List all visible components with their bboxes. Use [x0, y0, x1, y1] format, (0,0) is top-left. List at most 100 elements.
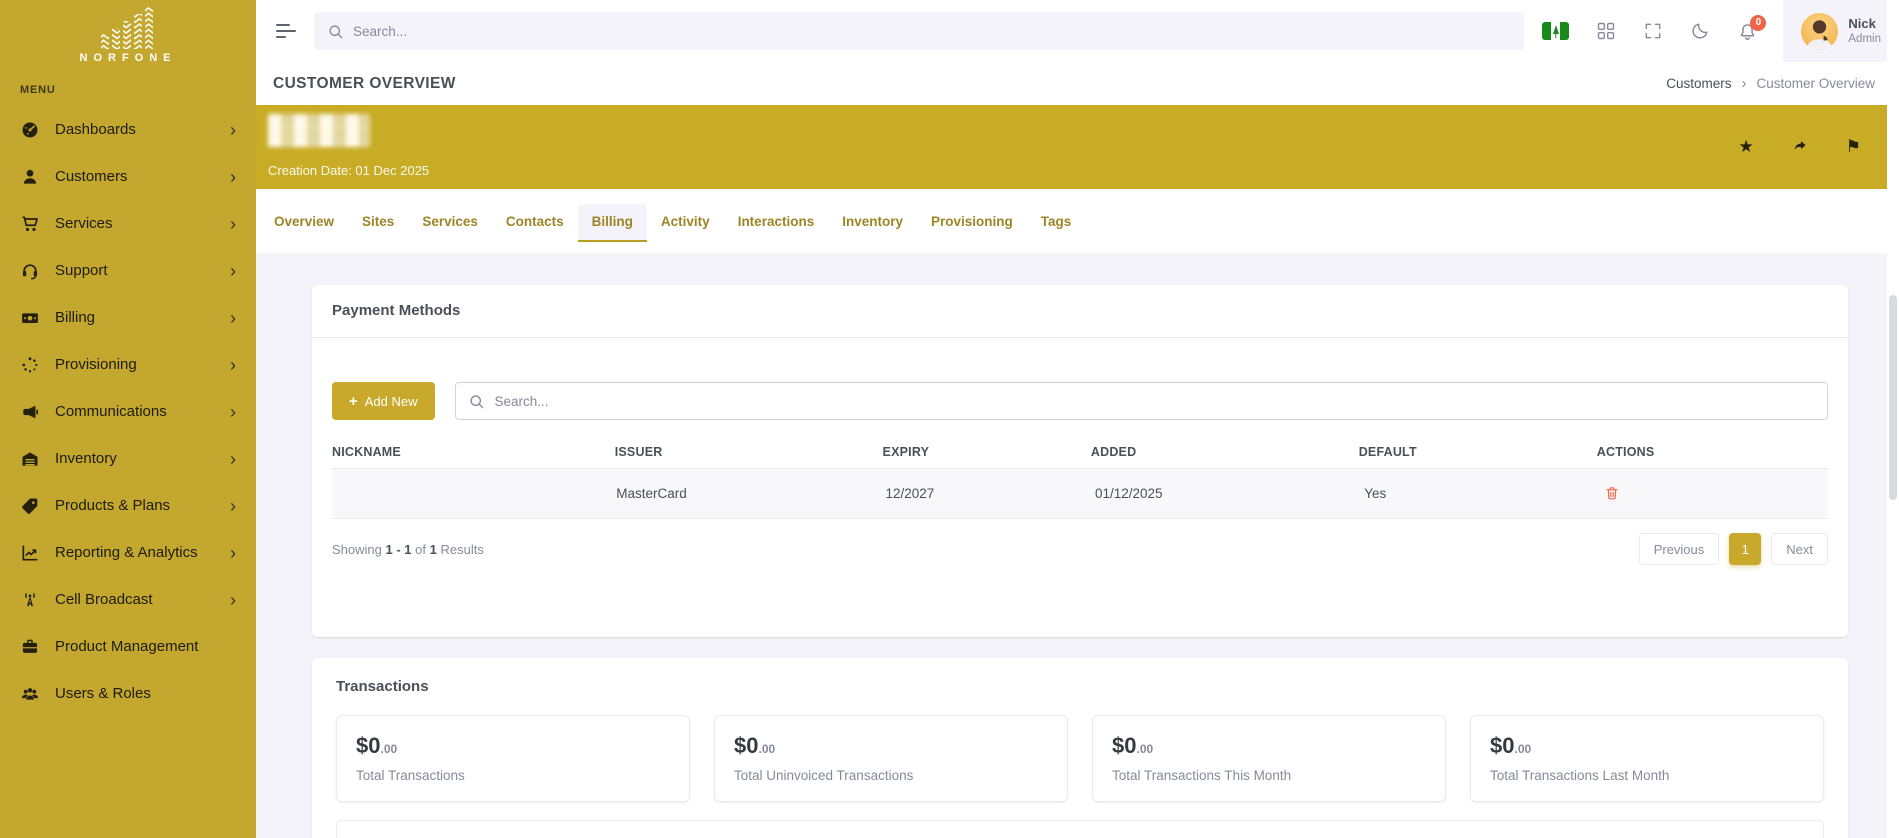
- tab-interactions[interactable]: Interactions: [724, 204, 829, 242]
- sidebar-item-dashboards[interactable]: Dashboards ›: [0, 106, 256, 153]
- language-flag-button[interactable]: [1542, 22, 1570, 40]
- stat-total-transactions: $0.00 Total Transactions: [336, 715, 690, 802]
- sidebar-item-label: Product Management: [55, 638, 199, 655]
- breadcrumb-current: Customer Overview: [1756, 76, 1875, 91]
- previous-page-button[interactable]: Previous: [1638, 533, 1720, 565]
- chevron-right-icon: ›: [230, 542, 236, 563]
- global-search[interactable]: [314, 12, 1525, 50]
- breadcrumb: Customers › Customer Overview: [1666, 75, 1875, 92]
- sidebar-item-products-plans[interactable]: Products & Plans ›: [0, 482, 256, 529]
- loader-dots-icon: [20, 355, 40, 375]
- grid-icon: [1598, 22, 1615, 40]
- chevron-right-icon: ›: [230, 401, 236, 422]
- apps-grid-button[interactable]: [1596, 21, 1616, 41]
- norfone-logo-icon: [101, 7, 153, 49]
- user-icon: [20, 167, 40, 187]
- tab-activity[interactable]: Activity: [647, 204, 724, 242]
- customer-tabs: Overview Sites Services Contacts Billing…: [256, 189, 1899, 253]
- sidebar-item-cell-broadcast[interactable]: Cell Broadcast ›: [0, 576, 256, 623]
- tab-content: Payment Methods + Add New Search... NICK…: [256, 253, 1899, 838]
- sidebar-item-label: Reporting & Analytics: [55, 544, 198, 561]
- dark-mode-button[interactable]: [1690, 21, 1710, 41]
- plus-icon: +: [349, 392, 358, 410]
- tab-tags[interactable]: Tags: [1027, 204, 1086, 242]
- notifications-button[interactable]: 0: [1737, 14, 1767, 42]
- stat-value: $0: [356, 733, 381, 758]
- sidebar-item-services[interactable]: Services ›: [0, 200, 256, 247]
- gauge-icon: [20, 120, 40, 140]
- payment-methods-search[interactable]: [454, 382, 1828, 420]
- scrollbar-thumb[interactable]: [1889, 295, 1897, 500]
- search-icon: [329, 24, 343, 38]
- tab-provisioning[interactable]: Provisioning: [917, 204, 1027, 242]
- banner-actions: ★ ⚑: [1739, 114, 1874, 178]
- add-new-button[interactable]: + Add New: [332, 382, 435, 420]
- chevron-right-icon: ›: [230, 166, 236, 187]
- cell-default: Yes: [1364, 486, 1387, 501]
- sidebar-item-inventory[interactable]: Inventory ›: [0, 435, 256, 482]
- tab-billing[interactable]: Billing: [577, 204, 647, 242]
- payment-methods-card: Payment Methods + Add New Search... NICK…: [312, 285, 1848, 637]
- sidebar-nav: Dashboards › Customers › Services › Supp…: [0, 106, 256, 717]
- sidebar: NORFONE MENU Dashboards › Customers › Se…: [0, 0, 256, 838]
- column-header-nickname: NICKNAME: [332, 445, 401, 459]
- brand-name: NORFONE: [79, 52, 177, 64]
- scrollbar[interactable]: [1887, 0, 1899, 838]
- briefcase-icon: [20, 637, 40, 657]
- chevron-right-icon: ›: [230, 589, 236, 610]
- current-page-button[interactable]: 1: [1729, 533, 1762, 565]
- global-search-input[interactable]: [353, 23, 1512, 39]
- sidebar-item-billing[interactable]: Billing ›: [0, 294, 256, 341]
- share-icon[interactable]: [1791, 138, 1809, 154]
- megaphone-icon: [20, 402, 40, 422]
- page-title: CUSTOMER OVERVIEW: [273, 74, 456, 92]
- avatar: [1801, 12, 1839, 50]
- topbar-icons: 0: [1542, 14, 1767, 42]
- favorite-star-icon[interactable]: ★: [1739, 138, 1754, 155]
- moon-icon: [1692, 23, 1708, 39]
- payment-methods-title: Payment Methods: [332, 302, 461, 319]
- stat-label: Total Uninvoiced Transactions: [734, 768, 914, 783]
- flag-action-icon[interactable]: ⚑: [1846, 138, 1861, 155]
- tab-sites[interactable]: Sites: [348, 204, 408, 242]
- topbar: 0 Nick Admin: [256, 0, 1899, 62]
- payment-methods-search-input[interactable]: [494, 393, 1815, 409]
- delete-payment-method-button[interactable]: [1604, 485, 1620, 502]
- sidebar-item-support[interactable]: Support ›: [0, 247, 256, 294]
- sidebar-item-communications[interactable]: Communications ›: [0, 388, 256, 435]
- brand-logo[interactable]: NORFONE: [0, 0, 256, 64]
- stat-total-transactions-last-month: $0.00 Total Transactions Last Month: [1470, 715, 1824, 802]
- trash-icon: [1605, 487, 1618, 500]
- cell-issuer: MasterCard: [616, 486, 687, 501]
- tab-services[interactable]: Services: [408, 204, 492, 242]
- sidebar-item-label: Products & Plans: [55, 497, 171, 514]
- breadcrumb-parent-link[interactable]: Customers: [1666, 76, 1731, 91]
- app-window: NORFONE MENU Dashboards › Customers › Se…: [0, 0, 1899, 838]
- sidebar-item-customers[interactable]: Customers ›: [0, 153, 256, 200]
- chevron-right-icon: ›: [230, 448, 236, 469]
- user-meta: Nick Admin: [1848, 16, 1881, 47]
- sidebar-item-label: Customers: [55, 168, 128, 185]
- next-page-button[interactable]: Next: [1771, 533, 1828, 565]
- tab-overview[interactable]: Overview: [260, 204, 348, 242]
- tag-icon: [20, 496, 40, 516]
- add-new-label: Add New: [364, 393, 418, 409]
- chevron-right-icon: ›: [230, 495, 236, 516]
- sidebar-item-reporting-analytics[interactable]: Reporting & Analytics ›: [0, 529, 256, 576]
- sidebar-item-label: Support: [55, 262, 108, 279]
- tab-contacts[interactable]: Contacts: [492, 204, 578, 242]
- stat-value: $0: [1490, 733, 1515, 758]
- tab-inventory[interactable]: Inventory: [828, 204, 917, 242]
- sidebar-item-users-roles[interactable]: Users & Roles: [0, 670, 256, 717]
- stat-total-uninvoiced-transactions: $0.00 Total Uninvoiced Transactions: [714, 715, 1068, 802]
- sidebar-item-provisioning[interactable]: Provisioning ›: [0, 341, 256, 388]
- cell-actions: [1604, 485, 1828, 502]
- hamburger-menu-icon[interactable]: [276, 24, 298, 38]
- sidebar-item-product-management[interactable]: Product Management: [0, 623, 256, 670]
- chevron-right-icon: ›: [230, 354, 236, 375]
- creation-date: Creation Date: 01 Dec 2025: [268, 163, 430, 178]
- sidebar-item-label: Inventory: [55, 450, 117, 467]
- notification-badge: 0: [1750, 14, 1767, 31]
- user-menu[interactable]: Nick Admin: [1783, 0, 1899, 62]
- fullscreen-button[interactable]: [1643, 21, 1663, 41]
